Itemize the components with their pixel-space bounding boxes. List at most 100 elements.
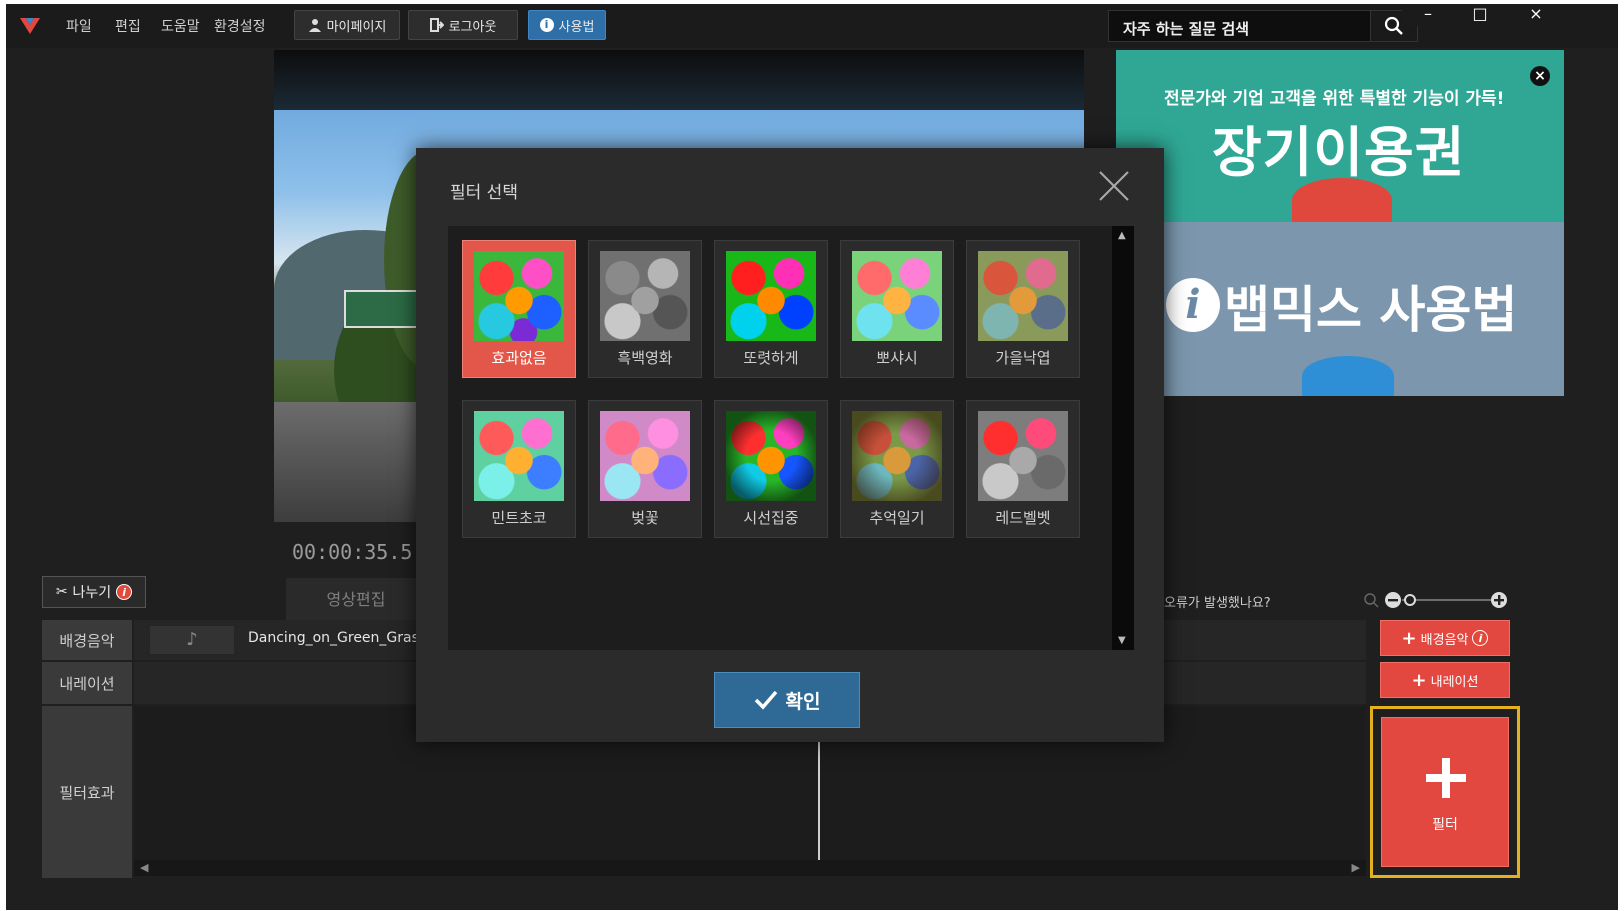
scissors-icon: ✂	[55, 584, 68, 600]
cut-button[interactable]: ✂ 나누기 i	[42, 576, 146, 608]
add-narration-button[interactable]: + 내레이션	[1380, 662, 1510, 698]
track-label-filter: 필터효과	[42, 706, 132, 878]
filter-none[interactable]: 효과없음	[462, 240, 576, 378]
scroll-up-icon[interactable]: ▲	[1118, 230, 1126, 241]
faq-search-input[interactable]: 자주 하는 질문 검색	[1123, 18, 1249, 39]
ad-top-title: 장기이용권	[1212, 121, 1466, 184]
filter-thumbnail	[978, 251, 1068, 341]
confirm-label: 확인	[785, 690, 821, 713]
info-icon: i	[1166, 278, 1220, 332]
music-clip-label[interactable]: Dancing_on_Green_Grass	[248, 630, 426, 646]
music-note-icon: ♪	[150, 626, 234, 654]
filter-thumbnail	[600, 251, 690, 341]
error-help-link[interactable]: 오류가 발생했나요?	[1164, 592, 1271, 611]
ad-howto[interactable]: i 뱁믹스 사용법	[1116, 222, 1564, 396]
filter-red-velvet[interactable]: 레드벨벳	[966, 400, 1080, 538]
filter-sharp[interactable]: 또렷하게	[714, 240, 828, 378]
playhead[interactable]	[818, 742, 820, 860]
timecode: 00:00:35.5	[292, 540, 413, 564]
dialog-close-icon[interactable]	[1098, 170, 1130, 202]
filter-thumbnail	[852, 251, 942, 341]
dialog-title: 필터 선택	[450, 183, 518, 203]
video-frame-dashboard	[274, 50, 1084, 110]
user-icon	[308, 19, 321, 32]
title-bar: 파일 편집 도움말 환경설정 마이페이지 로그아웃 i 사용법 자주 하는 질문…	[6, 4, 1618, 48]
ad-bottom-title: 뱁믹스 사용법	[1224, 281, 1518, 339]
close-icon: ×	[1529, 4, 1543, 23]
filter-thumbnail	[600, 411, 690, 501]
ad-top-line: 전문가와 기업 고객을 위한 특별한 기능이 가득!	[1164, 89, 1505, 109]
logout-button[interactable]: 로그아웃	[408, 10, 518, 40]
filter-grid: 효과없음 흑백영화 또렷하게 뽀샤시 가을낙엽 민트초코 벚꽃 시선집중 추억일…	[448, 226, 1134, 650]
menu-help[interactable]: 도움말	[161, 16, 200, 36]
filter-label: 추억일기	[869, 509, 925, 527]
filter-bw-movie[interactable]: 흑백영화	[588, 240, 702, 378]
add-music-button[interactable]: + 배경음악 i	[1380, 620, 1510, 656]
tab-video-edit[interactable]: 영상편집	[286, 578, 426, 622]
menu-file[interactable]: 파일	[66, 16, 92, 36]
filter-label: 효과없음	[491, 349, 547, 367]
howto-button[interactable]: i 사용법	[528, 10, 606, 40]
filter-label: 뽀샤시	[876, 349, 918, 367]
filter-thumbnail	[726, 251, 816, 341]
filter-mint-choco[interactable]: 민트초코	[462, 400, 576, 538]
search-icon	[1384, 16, 1403, 35]
minimize-button[interactable]: –	[1402, 4, 1454, 26]
maximize-button[interactable]: □	[1454, 4, 1506, 26]
filter-thumbnail	[852, 411, 942, 501]
video-road-sign	[344, 290, 418, 328]
filter-soft[interactable]: 뽀샤시	[840, 240, 954, 378]
filter-thumbnail	[474, 411, 564, 501]
mypage-button[interactable]: 마이페이지	[294, 10, 400, 40]
confirm-button[interactable]: 확인	[714, 672, 860, 728]
filter-thumbnail	[978, 411, 1068, 501]
maximize-icon: □	[1472, 4, 1488, 23]
scroll-right-icon[interactable]: ▶	[1352, 861, 1360, 874]
filter-memory-diary[interactable]: 추억일기	[840, 400, 954, 538]
logout-label: 로그아웃	[448, 19, 497, 35]
filter-label: 흑백영화	[617, 349, 673, 367]
filter-label: 가을낙엽	[995, 349, 1051, 367]
howto-label: 사용법	[558, 19, 595, 35]
logout-icon	[429, 18, 444, 32]
zoom-slider[interactable]	[1362, 590, 1522, 610]
mypage-label: 마이페이지	[326, 19, 387, 35]
add-narration-label: 내레이션	[1430, 674, 1479, 690]
plus-icon: +	[1401, 627, 1417, 649]
track-label-narration: 내레이션	[42, 662, 132, 704]
scroll-down-icon[interactable]: ▼	[1118, 635, 1126, 646]
red-bird-icon	[1292, 178, 1392, 222]
plus-icon: +	[1411, 669, 1427, 691]
filter-focus[interactable]: 시선집중	[714, 400, 828, 538]
check-icon	[754, 690, 777, 710]
app-window: 파일 편집 도움말 환경설정 마이페이지 로그아웃 i 사용법 자주 하는 질문…	[6, 4, 1618, 910]
filter-autumn[interactable]: 가을낙엽	[966, 240, 1080, 378]
filter-thumbnail	[474, 251, 564, 341]
ad-close-button[interactable]: ×	[1530, 66, 1550, 86]
cut-info-icon[interactable]: i	[116, 584, 133, 600]
timeline-scrollbar[interactable]: ◀ ▶	[134, 860, 1366, 876]
close-window-button[interactable]: ×	[1506, 4, 1566, 26]
add-filter-button[interactable]: 필터	[1381, 717, 1509, 867]
filter-label: 민트초코	[491, 509, 547, 527]
filter-label: 레드벨벳	[995, 509, 1051, 527]
filter-label: 시선집중	[743, 509, 799, 527]
plus-icon	[1426, 758, 1466, 798]
filter-dialog: 필터 선택 효과없음 흑백영화 또렷하게 뽀샤시 가을낙엽 민트초코 벚꽃 시선…	[416, 148, 1164, 742]
ad-long-term-pass[interactable]: 전문가와 기업 고객을 위한 특별한 기능이 가득! 장기이용권 ×	[1116, 50, 1564, 222]
scroll-left-icon[interactable]: ◀	[140, 861, 148, 874]
info-icon: i	[539, 18, 554, 32]
filter-cherry-blossom[interactable]: 벚꽃	[588, 400, 702, 538]
ad-banner[interactable]: 전문가와 기업 고객을 위한 특별한 기능이 가득! 장기이용권 × i 뱁믹스…	[1116, 50, 1564, 396]
filter-label: 벚꽃	[631, 509, 659, 527]
faq-search-box[interactable]: 자주 하는 질문 검색	[1108, 10, 1418, 42]
filter-grid-scrollbar[interactable]: ▲ ▼	[1112, 226, 1134, 650]
add-music-label: 배경음악	[1420, 632, 1469, 648]
minimize-icon: –	[1424, 4, 1432, 23]
menu-settings[interactable]: 환경설정	[214, 16, 266, 36]
cut-label: 나누기	[72, 585, 112, 601]
app-logo-icon	[20, 18, 40, 34]
menu-edit[interactable]: 편집	[115, 16, 141, 36]
filter-label: 또렷하게	[743, 349, 799, 367]
music-info-icon[interactable]: i	[1472, 630, 1489, 646]
